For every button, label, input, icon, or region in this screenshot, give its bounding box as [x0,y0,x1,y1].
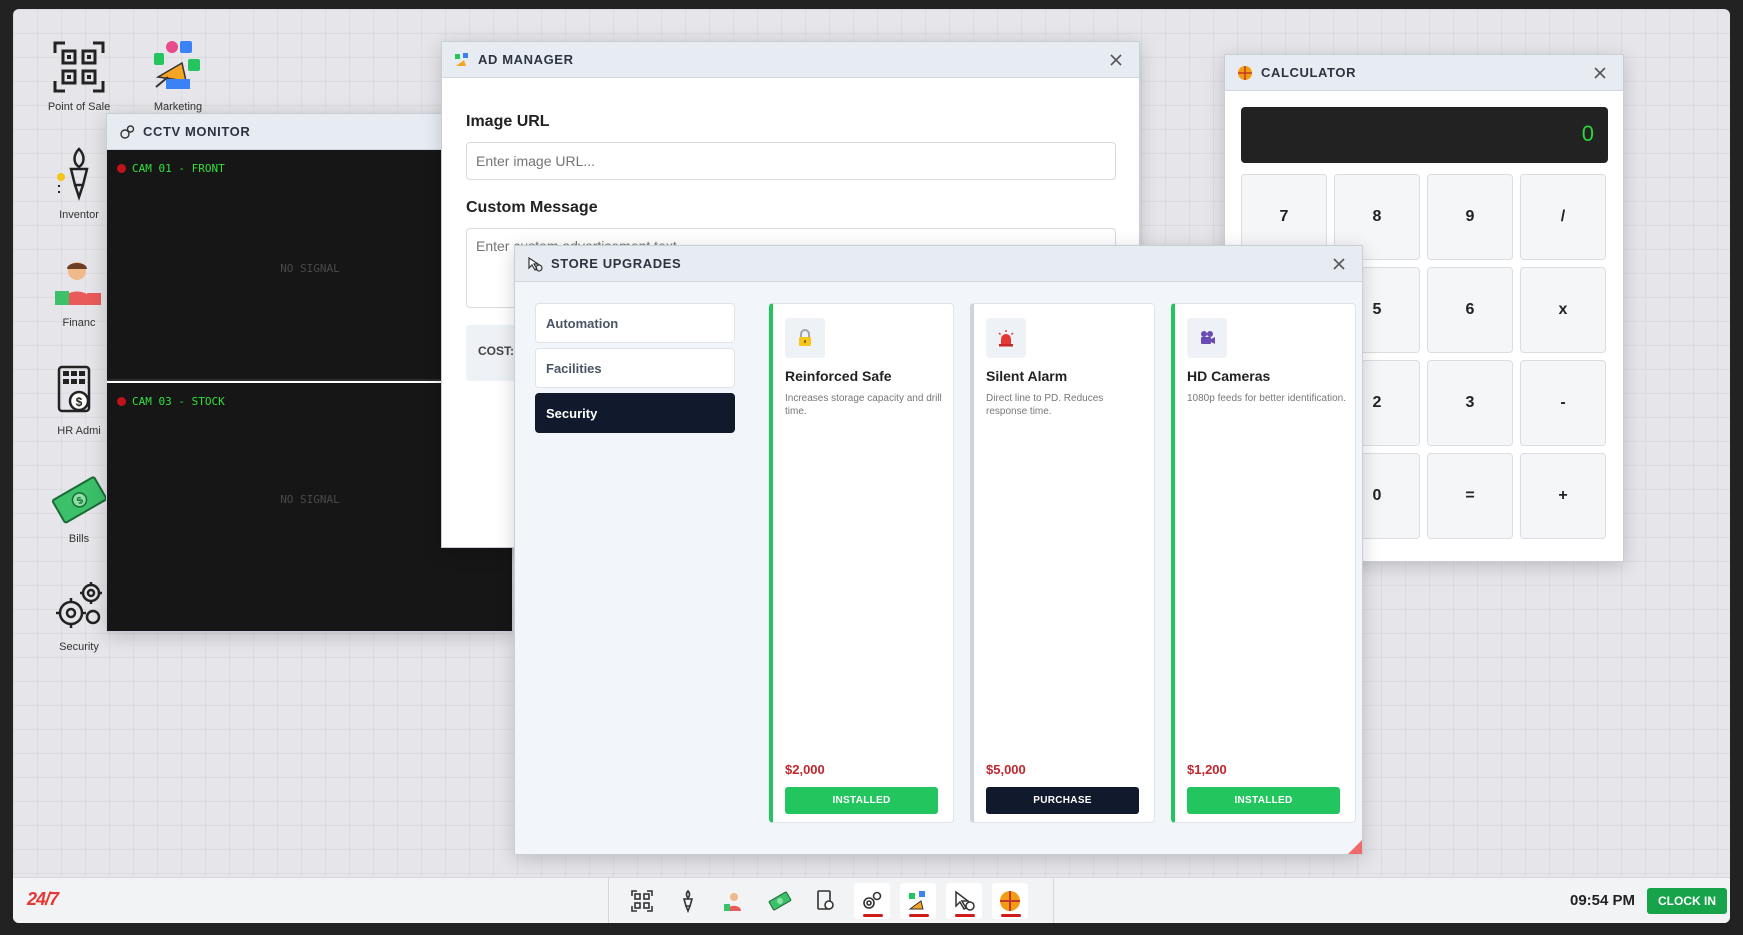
alarm-icon [986,318,1026,358]
calc-key[interactable]: = [1427,453,1513,539]
taskbar-item-calculator[interactable] [992,883,1028,919]
taskbar-divider [1053,878,1054,923]
calculator-display: 0 [1241,107,1608,163]
desktop: Point of Sale Marketing Inventor Financ … [13,9,1730,923]
category-facilities[interactable]: Facilities [535,348,735,388]
upgrade-price: $1,200 [1187,762,1227,777]
cost-label: COST: [478,344,514,358]
upgrade-description: 1080p feeds for better identification. [1187,393,1346,404]
desktop-icon-label: Marketing [153,101,203,113]
marketing-icon [154,41,200,89]
calculator-icon [1238,65,1252,80]
store-upgrades-window: STORE UPGRADES Automation Facilities Sec… [514,245,1363,855]
ad-manager-titlebar[interactable]: AD MANAGER [442,42,1139,78]
camera-label: CAM 03 - STOCK [117,395,225,408]
clock-in-button[interactable]: CLOCK IN [1647,888,1727,914]
calc-key[interactable]: 9 [1427,174,1513,260]
marketing-icon [455,52,468,66]
camera-label-text: CAM 01 - FRONT [132,162,225,175]
marketing-icon [908,891,925,910]
custom-message-label: Custom Message [466,199,598,216]
taskbar-item-store-upgrades[interactable] [946,883,982,919]
taskbar-item-ad-manager[interactable] [900,883,936,919]
recording-dot-icon [117,397,126,406]
window-title: STORE UPGRADES [551,256,682,271]
camera-icon [1187,318,1227,358]
calculator-titlebar[interactable]: CALCULATOR [1225,55,1623,91]
cursor-click-icon [955,890,975,911]
window-title: AD MANAGER [478,52,574,67]
gears-icon [863,891,882,909]
calc-key[interactable]: 3 [1427,360,1513,446]
desktop-icon-label: Point of Sale [47,101,111,113]
finance-icon [55,262,101,305]
calculator-icon [1000,891,1020,911]
clock: 09:54 PM [1570,892,1636,909]
purchase-button[interactable]: PURCHASE [986,787,1139,814]
qr-code-icon [631,890,653,912]
calc-key[interactable]: - [1520,360,1606,446]
hr-admin-icon [817,890,834,910]
svg-text:$: $ [76,395,83,409]
taskbar-item-finance[interactable] [716,883,752,919]
upgrade-name: HD Cameras [1187,368,1271,384]
store-upgrades-titlebar[interactable]: STORE UPGRADES [515,246,1362,282]
close-icon[interactable] [1107,51,1125,69]
bills-icon [768,891,792,911]
calc-key[interactable]: 6 [1427,267,1513,353]
upgrade-price: $2,000 [785,762,825,777]
close-icon[interactable] [1330,255,1348,273]
upgrade-name: Reinforced Safe [785,368,892,384]
desktop-icon-marketing[interactable]: Marketing [128,37,228,113]
finance-icon [724,893,741,911]
upgrade-card-reinforced-safe: Reinforced Safe Increases storage capaci… [769,303,954,823]
upgrade-card-silent-alarm: Silent Alarm Direct line to PD. Reduces … [970,303,1155,823]
inventory-icon [57,147,89,201]
camera-label: CAM 01 - FRONT [117,162,225,175]
camera-label-text: CAM 03 - STOCK [132,395,225,408]
window-title: CCTV MONITOR [143,124,251,139]
lock-icon [785,318,825,358]
app-logo-text: 24/7 [27,889,59,909]
cursor-click-icon [528,256,543,272]
desktop-icon-point-of-sale[interactable]: Point of Sale [29,37,129,113]
gears-icon [120,124,135,139]
qr-code-icon [53,41,105,93]
taskbar-item-hr-admin[interactable] [808,883,844,919]
app-logo[interactable]: 24/7 [27,889,59,910]
taskbar-item-point-of-sale[interactable] [624,883,660,919]
taskbar-item-cctv-monitor[interactable] [854,883,890,919]
upgrade-card-hd-cameras: HD Cameras 1080p feeds for better identi… [1171,303,1356,823]
taskbar-item-inventory[interactable] [670,883,706,919]
resize-handle[interactable] [1348,840,1362,854]
upgrade-description: Direct line to PD. Reduces response time… [986,393,1104,417]
gears-icon [56,582,102,628]
calc-key[interactable]: + [1520,453,1606,539]
upgrade-name: Silent Alarm [986,368,1068,384]
inventory-icon [682,889,694,913]
upgrade-description: Increases storage capacity and drill tim… [785,393,942,417]
close-icon[interactable] [1591,64,1609,82]
installed-button[interactable]: INSTALLED [1187,787,1340,814]
calc-key[interactable]: / [1520,174,1606,260]
image-url-label: Image URL [466,113,550,130]
category-automation[interactable]: Automation [535,303,735,343]
taskbar-item-bills[interactable] [762,883,798,919]
taskbar: 24/7 09:54 PM CLOCK IN [13,877,1730,923]
desktop-icon-label: Security [59,641,99,653]
calc-key[interactable]: x [1520,267,1606,353]
upgrade-price: $5,000 [986,762,1026,777]
window-title: CALCULATOR [1261,65,1357,80]
category-security[interactable]: Security [535,393,735,433]
image-url-input[interactable] [466,142,1116,180]
taskbar-divider [608,878,609,923]
recording-dot-icon [117,164,126,173]
bills-icon: $ [51,476,108,524]
store-upgrades-body: Automation Facilities Security Reinforce… [515,283,1362,854]
hr-admin-icon: $ [57,365,91,413]
installed-button[interactable]: INSTALLED [785,787,938,814]
